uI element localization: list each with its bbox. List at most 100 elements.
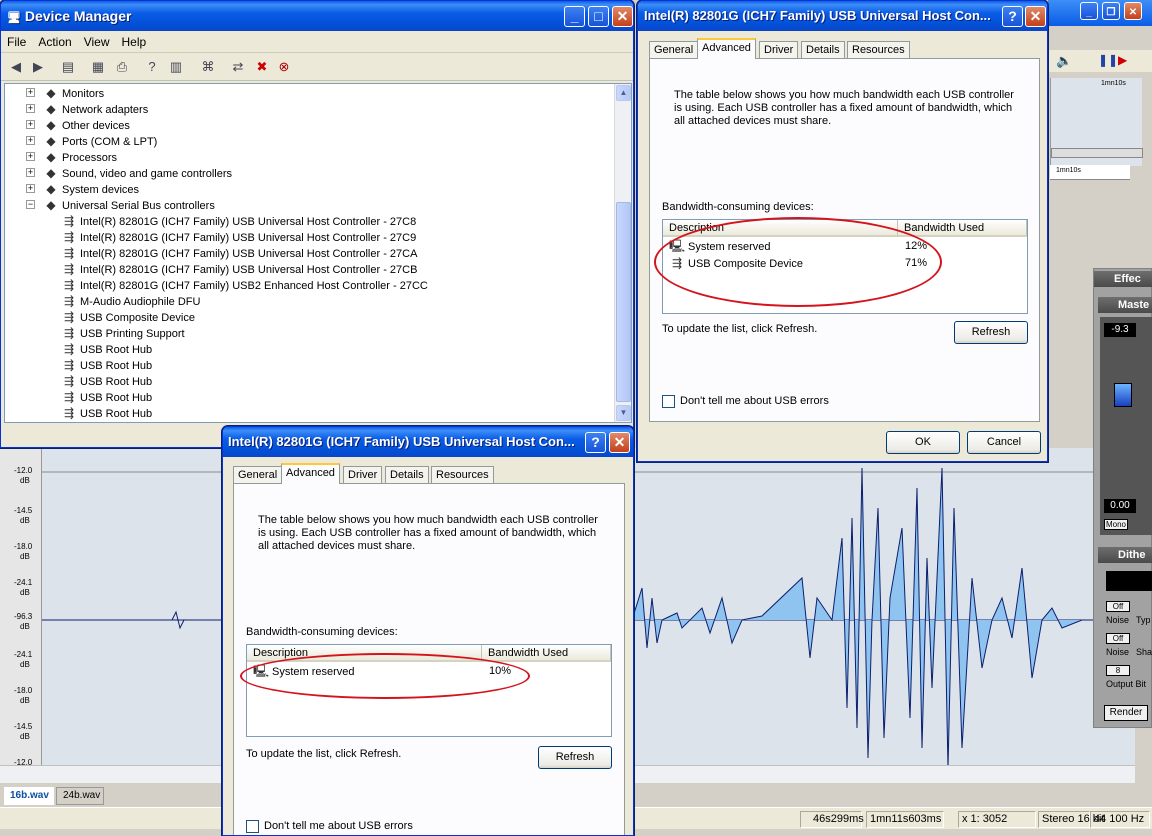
maximize-button[interactable]: □ [588, 6, 609, 27]
col-bandwidth[interactable]: Bandwidth Used [898, 220, 1027, 237]
print-icon[interactable]: ⎙ [113, 58, 131, 76]
usb-device-item[interactable]: ⇶ Intel(R) 82801G (ICH7 Family) USB2 Enha… [61, 277, 428, 293]
menu-file[interactable]: File [1, 31, 32, 53]
properties-icon[interactable]: ▦ [89, 58, 107, 76]
noise-off-button-2[interactable]: Off [1106, 633, 1130, 644]
ok-button[interactable]: OK [886, 431, 960, 454]
uninstall-icon[interactable]: ✖ [253, 58, 271, 76]
menu-view[interactable]: View [78, 31, 116, 53]
usb-device-item[interactable]: ⇶ Intel(R) 82801G (ICH7 Family) USB Unive… [61, 229, 416, 245]
usb-device-item[interactable]: ⇶ USB Root Hub [61, 357, 152, 373]
usb-icon: ⇶ [63, 326, 75, 340]
tree-category-label: Other devices [62, 120, 130, 132]
expand-toggle[interactable]: + [26, 136, 35, 145]
scroll-thumb[interactable] [616, 202, 631, 402]
master-level-top: -9.3 [1104, 323, 1136, 337]
usb-device-item[interactable]: ⇶ Intel(R) 82801G (ICH7 Family) USB Unive… [61, 261, 417, 277]
bits-value[interactable]: 8 [1106, 665, 1130, 676]
noise-off-button-1[interactable]: Off [1106, 601, 1130, 612]
usb-device-item[interactable]: ⇶ USB Root Hub [61, 341, 152, 357]
back-icon[interactable]: ◀ [7, 58, 25, 76]
menu-help[interactable]: Help [116, 31, 153, 53]
audio-window-title: _ ❐ ✕ [1048, 0, 1152, 26]
tree-category[interactable]: + ◆ System devices [26, 181, 139, 197]
tab-resources[interactable]: Resources [431, 466, 494, 484]
play-icon[interactable]: ▶ [1118, 53, 1127, 67]
expand-toggle[interactable]: + [26, 104, 35, 113]
refresh-button[interactable]: Refresh [954, 321, 1028, 344]
usb-device-item[interactable]: ⇶ USB Composite Device [61, 309, 195, 325]
disable-icon[interactable]: ⊗ [275, 58, 293, 76]
close-button[interactable]: ✕ [1124, 2, 1142, 20]
minimize-button[interactable]: _ [1080, 2, 1098, 20]
tab-driver[interactable]: Driver [343, 466, 383, 484]
pause-icon[interactable]: ❚❚ [1098, 53, 1118, 67]
expand-toggle[interactable]: + [26, 152, 35, 161]
menu-action[interactable]: Action [32, 31, 77, 53]
master-fader[interactable] [1114, 383, 1132, 407]
tree-category[interactable]: − ◆ Universal Serial Bus controllers [26, 197, 215, 213]
tab-resources[interactable]: Resources [847, 41, 910, 59]
usb-errors-checkbox[interactable] [662, 395, 675, 408]
close-button[interactable]: ✕ [612, 6, 633, 27]
tree-category[interactable]: + ◆ Sound, video and game controllers [26, 165, 232, 181]
usb-icon: ⇶ [63, 214, 75, 228]
usb-device-item[interactable]: ⇶ Intel(R) 82801G (ICH7 Family) USB Unive… [61, 245, 417, 261]
show-hide-tree-icon[interactable]: ▤ [59, 58, 77, 76]
mono-button[interactable]: Mono [1104, 519, 1128, 530]
col-bandwidth[interactable]: Bandwidth Used [482, 645, 611, 662]
expand-toggle[interactable]: + [26, 88, 35, 97]
usb-errors-checkbox[interactable] [246, 820, 259, 833]
tree-category[interactable]: + ◆ Monitors [26, 85, 104, 101]
help-button[interactable]: ? [1002, 6, 1023, 27]
tree-category[interactable]: + ◆ Processors [26, 149, 117, 165]
db-scale-label: dB [20, 552, 30, 561]
update-driver-icon[interactable]: ⇄ [229, 58, 247, 76]
usb-icon: ⇶ [63, 342, 75, 356]
tree-category[interactable]: + ◆ Other devices [26, 117, 130, 133]
update-hint: To update the list, click Refresh. [662, 323, 818, 335]
tree-category[interactable]: + ◆ Network adapters [26, 101, 148, 117]
tab-general[interactable]: General [233, 466, 283, 484]
db-scale-label: dB [20, 660, 30, 669]
refresh-button[interactable]: Refresh [538, 746, 612, 769]
scroll-up-button[interactable]: ▲ [616, 85, 631, 101]
forward-icon[interactable]: ▶ [29, 58, 47, 76]
usb-device-item[interactable]: ⇶ USB Root Hub [61, 373, 152, 389]
tab-driver[interactable]: Driver [759, 41, 799, 59]
scroll-down-button[interactable]: ▼ [616, 405, 631, 421]
tree-category-label: Universal Serial Bus controllers [62, 200, 215, 212]
tab-details[interactable]: Details [385, 466, 429, 484]
usb-device-item[interactable]: ⇶ USB Printing Support [61, 325, 185, 341]
device-tree[interactable]: + ◆ Monitors + ◆ Network adapters + ◆ Other devi… [4, 83, 632, 423]
usb-device-item[interactable]: ⇶ Intel(R) 82801G (ICH7 Family) USB Unive… [61, 213, 416, 229]
close-button[interactable]: ✕ [1025, 6, 1046, 27]
usb-icon: ⇶ [63, 406, 75, 420]
expand-toggle[interactable]: + [26, 168, 35, 177]
db-scale-label: dB [20, 516, 30, 525]
help-icon[interactable]: ? [143, 58, 161, 76]
speaker-icon[interactable]: 🔈 [1056, 53, 1072, 69]
usb-device-item[interactable]: ⇶ USB Root Hub [61, 405, 152, 421]
view-icon[interactable]: ▥ [167, 58, 185, 76]
help-button[interactable]: ? [585, 432, 606, 453]
expand-toggle[interactable]: + [26, 120, 35, 129]
tree-category[interactable]: + ◆ Ports (COM & LPT) [26, 133, 157, 149]
tab-advanced[interactable]: Advanced [697, 38, 756, 59]
render-button[interactable]: Render [1104, 705, 1148, 721]
expand-toggle[interactable]: − [26, 200, 35, 209]
expand-toggle[interactable]: + [26, 184, 35, 193]
tab-advanced[interactable]: Advanced [281, 463, 340, 484]
scan-hardware-icon[interactable]: ⌘ [199, 58, 217, 76]
cancel-button[interactable]: Cancel [967, 431, 1041, 454]
restore-button[interactable]: ❐ [1102, 2, 1120, 20]
usb-device-item[interactable]: ⇶ USB Root Hub [61, 389, 152, 405]
usb-device-item[interactable]: ⇶ M-Audio Audiophile DFU [61, 293, 200, 309]
file-tab-16b[interactable]: 16b.wav [4, 787, 54, 805]
tree-scrollbar[interactable]: ▲ ▼ [614, 84, 631, 422]
file-tab-24b[interactable]: 24b.wav [56, 787, 104, 805]
tab-details[interactable]: Details [801, 41, 845, 59]
tab-general[interactable]: General [649, 41, 699, 59]
close-button[interactable]: ✕ [609, 432, 630, 453]
minimize-button[interactable]: _ [564, 6, 585, 27]
